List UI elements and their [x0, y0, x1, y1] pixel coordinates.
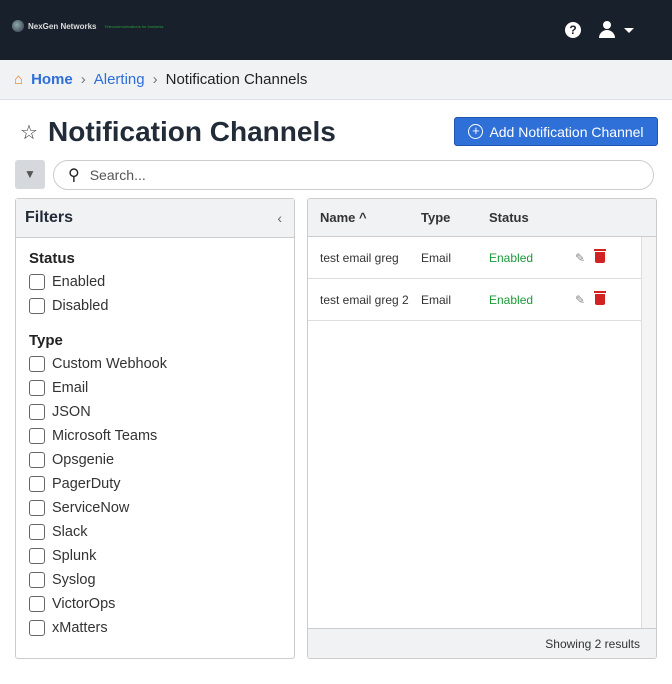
caret-down-icon: [624, 28, 634, 38]
filter-option[interactable]: VictorOps: [29, 592, 294, 616]
edit-icon[interactable]: ✎: [575, 251, 585, 265]
logo[interactable]: NexGen Networks Telecommunications for bu…: [12, 20, 163, 32]
sort-up-icon: ^: [359, 210, 367, 225]
channel-name: test email greg 2: [320, 292, 409, 307]
table-row[interactable]: test email greg 2 Email Enabled ✎: [308, 279, 642, 321]
channel-type: Email: [421, 292, 452, 307]
breadcrumb-home[interactable]: Home: [31, 71, 73, 88]
filter-option[interactable]: Disabled: [29, 294, 294, 318]
page-title: Notification Channels: [48, 116, 336, 147]
checkbox[interactable]: [29, 452, 45, 468]
checkbox[interactable]: [29, 572, 45, 588]
star-icon[interactable]: ☆: [20, 120, 38, 145]
checkbox[interactable]: [29, 380, 45, 396]
scrollbar[interactable]: [641, 237, 656, 629]
checkbox[interactable]: [29, 500, 45, 516]
filter-option[interactable]: Slack: [29, 520, 294, 544]
filter-option[interactable]: Opsgenie: [29, 448, 294, 472]
edit-icon[interactable]: ✎: [575, 293, 585, 307]
status-badge: Enabled: [489, 292, 534, 307]
search-icon: ⚲: [68, 167, 80, 184]
filter-option[interactable]: Email: [29, 376, 294, 400]
filter-option[interactable]: PagerDuty: [29, 472, 294, 496]
checkbox[interactable]: [29, 428, 45, 444]
top-bar: NexGen Networks Telecommunications for bu…: [0, 0, 672, 60]
channel-name: test email greg: [320, 250, 399, 265]
user-menu[interactable]: [598, 21, 638, 39]
checkbox[interactable]: [29, 298, 45, 314]
user-icon-body: [599, 30, 615, 38]
checkbox[interactable]: [29, 356, 45, 372]
breadcrumb-alerting[interactable]: Alerting: [94, 71, 145, 88]
column-name[interactable]: Name ^: [308, 210, 421, 225]
chevron-right-icon: ›: [80, 71, 86, 88]
home-icon[interactable]: ⌂: [14, 71, 23, 88]
filter-option[interactable]: Custom Webhook: [29, 352, 294, 376]
filter-option[interactable]: Splunk: [29, 544, 294, 568]
trash-icon[interactable]: [594, 291, 607, 305]
search-input[interactable]: ⚲ Search...: [53, 160, 654, 190]
filter-option[interactable]: xMatters: [29, 616, 294, 640]
checkbox[interactable]: [29, 524, 45, 540]
filters-title: Filters: [25, 209, 74, 226]
help-icon[interactable]: ?: [565, 22, 581, 38]
filter-option[interactable]: Enabled: [29, 270, 294, 294]
checkbox[interactable]: [29, 548, 45, 564]
results-count: Showing 2 results: [308, 628, 656, 658]
trash-icon[interactable]: [594, 249, 607, 263]
column-status[interactable]: Status: [489, 210, 575, 225]
checkbox[interactable]: [29, 274, 45, 290]
channels-table: Name ^ Type Status test email greg Email E…: [307, 198, 657, 659]
status-heading: Status: [29, 250, 75, 267]
checkbox[interactable]: [29, 596, 45, 612]
channel-type: Email: [421, 250, 452, 265]
filter-option[interactable]: JSON: [29, 400, 294, 424]
add-notification-channel-button[interactable]: + Add Notification Channel: [454, 117, 658, 146]
filter-icon: ▼: [24, 167, 36, 181]
filter-option[interactable]: Syslog: [29, 568, 294, 592]
breadcrumb: ⌂ Home › Alerting › Notification Channel…: [0, 60, 672, 100]
column-type[interactable]: Type: [421, 210, 489, 225]
checkbox[interactable]: [29, 404, 45, 420]
table-row[interactable]: test email greg Email Enabled ✎: [308, 237, 642, 279]
globe-icon: [12, 20, 24, 32]
status-badge: Enabled: [489, 250, 534, 265]
user-icon: [603, 21, 611, 29]
filters-panel: Filters ‹ Status Enabled Disabled Type Cus…: [15, 198, 295, 659]
filter-option[interactable]: Microsoft Teams: [29, 424, 294, 448]
type-heading: Type: [29, 332, 63, 349]
collapse-icon[interactable]: ‹: [277, 210, 282, 226]
breadcrumb-current: Notification Channels: [165, 71, 308, 88]
checkbox[interactable]: [29, 476, 45, 492]
filter-option[interactable]: ServiceNow: [29, 496, 294, 520]
chevron-right-icon: ›: [152, 71, 158, 88]
plus-circle-icon: +: [468, 124, 484, 139]
filter-toggle-button[interactable]: ▼: [15, 160, 45, 189]
checkbox[interactable]: [29, 620, 45, 636]
